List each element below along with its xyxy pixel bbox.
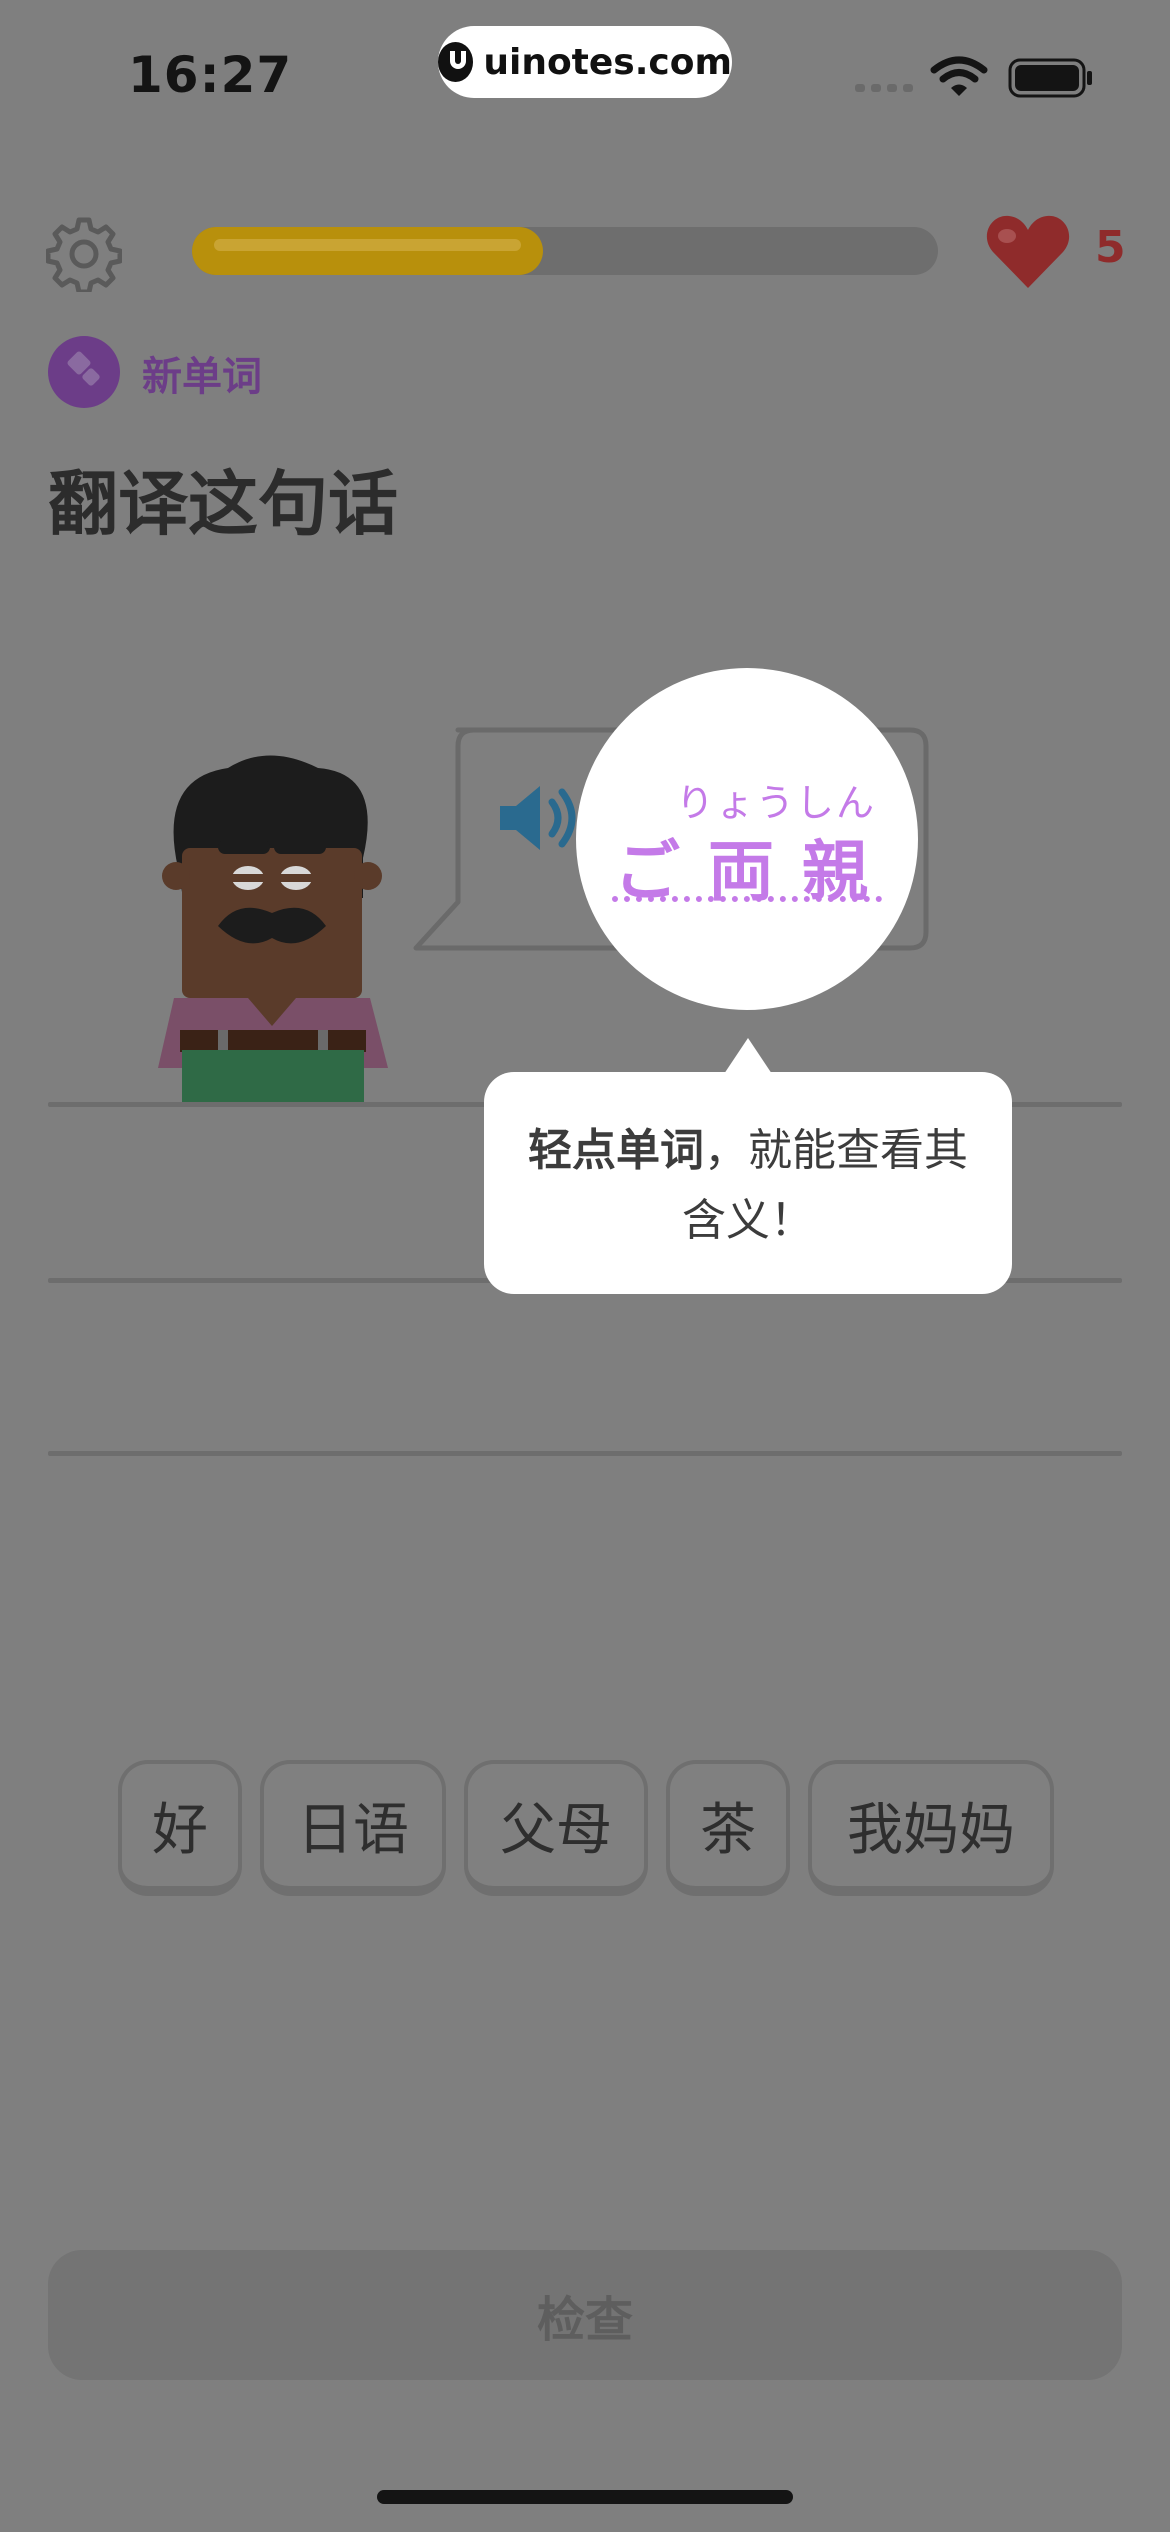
new-word-label: 新单词	[142, 354, 262, 400]
cellular-signal-icon	[855, 84, 913, 92]
word-tile[interactable]: 好	[118, 1760, 242, 1896]
word-hint-underline	[612, 896, 882, 902]
wifi-icon	[930, 56, 988, 96]
tooltip-text: ，就能查看其含义！	[682, 1125, 968, 1246]
word-tile[interactable]: 我妈妈	[808, 1760, 1054, 1896]
lesson-progress-bar	[192, 227, 938, 275]
heart-icon[interactable]	[985, 212, 1071, 292]
watermark-text: uinotes.com	[483, 41, 732, 83]
word-tile[interactable]: 茶	[666, 1760, 790, 1896]
check-button[interactable]: 检查	[48, 2250, 1122, 2380]
battery-icon	[1008, 58, 1092, 98]
progress-shine	[214, 239, 521, 251]
word-tile[interactable]: 日语	[260, 1760, 446, 1896]
tooltip-arrow	[724, 1038, 772, 1074]
word-tile[interactable]: 父母	[464, 1760, 648, 1896]
watermark-pill: uinotes.com	[438, 26, 732, 98]
watermark-logo-icon	[438, 42, 474, 82]
settings-gear-icon[interactable]	[46, 216, 122, 292]
hearts-count: 5	[1095, 222, 1126, 273]
answer-line-3	[48, 1451, 1122, 1456]
tooltip-bold-text: 轻点单词	[528, 1125, 704, 1176]
word-bank: 好 日语 父母 茶 我妈妈	[118, 1760, 1054, 1896]
speaker-icon[interactable]	[496, 782, 582, 854]
new-word-badge-icon	[48, 336, 120, 408]
tap-word-tooltip: 轻点单词，就能查看其含义！	[484, 1072, 1012, 1294]
home-indicator	[377, 2490, 793, 2504]
status-time: 16:27	[128, 46, 293, 104]
progress-fill	[192, 227, 543, 275]
page-title: 翻译这句话	[48, 463, 398, 545]
character-illustration	[158, 755, 388, 1104]
